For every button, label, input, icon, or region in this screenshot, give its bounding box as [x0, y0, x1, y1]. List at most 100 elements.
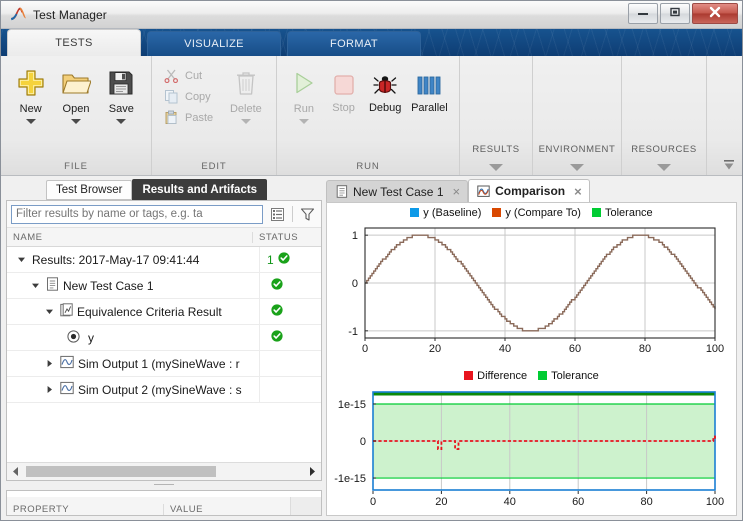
delete-button-label: Delete	[230, 103, 262, 115]
scroll-left-icon[interactable]	[9, 465, 22, 478]
properties-header-spacer	[290, 497, 321, 515]
svg-text:1e-15: 1e-15	[338, 399, 366, 411]
table-row[interactable]: Equivalence Criteria Result	[7, 299, 321, 325]
main-content-area: Test Browser Results and Artifacts	[1, 176, 742, 520]
ribbon-tab-tests-label: TESTS	[55, 37, 92, 49]
twisty-collapsed-icon[interactable]	[43, 359, 56, 368]
environment-dropdown-group[interactable]: ENVIRONMENT	[533, 56, 622, 175]
test-case-icon	[335, 185, 348, 198]
results-tree-panel: NAME STATUS Results: 2017-May-17 09:41:4…	[6, 200, 322, 481]
open-dropdown-caret[interactable]	[71, 119, 81, 124]
debug-button-label: Debug	[369, 102, 401, 114]
run-button[interactable]: Run	[284, 62, 324, 124]
twisty-collapsed-icon[interactable]	[43, 385, 56, 394]
doc-tab-comparison[interactable]: Comparison ×	[468, 179, 590, 202]
plot-icon	[60, 355, 74, 372]
svg-text:20: 20	[429, 343, 441, 355]
resources-dropdown-group[interactable]: RESOURCES	[622, 56, 707, 175]
legend-item-compare-to: y (Compare To)	[492, 207, 581, 219]
maximize-button[interactable]	[660, 3, 690, 24]
svg-text:0: 0	[352, 278, 358, 290]
properties-column-headers: PROPERTY VALUE	[7, 497, 321, 515]
chart2-svg: 020406080100-1e-1501e-15	[327, 383, 727, 513]
scroll-right-icon[interactable]	[306, 465, 319, 478]
paste-icon	[163, 109, 180, 126]
doc-tab-new-test-case-1[interactable]: New Test Case 1 ×	[326, 180, 468, 202]
test-manager-window: Test Manager	[0, 0, 743, 521]
parallel-bars-icon	[415, 68, 443, 98]
filter-funnel-icon[interactable]	[298, 205, 317, 224]
scrollbar-track[interactable]	[22, 465, 306, 478]
new-dropdown-caret[interactable]	[26, 119, 36, 124]
left-panel-tab-strip: Test Browser Results and Artifacts	[6, 180, 322, 200]
ribbon-tab-visualize-label: VISUALIZE	[184, 38, 244, 50]
tree-column-headers: NAME STATUS	[7, 228, 321, 247]
save-dropdown-caret[interactable]	[116, 119, 126, 124]
parallel-button[interactable]: Parallel	[407, 62, 452, 114]
signal-radio-icon	[67, 330, 80, 346]
ribbon-group-file: New Open	[1, 56, 152, 175]
environment-dropdown-label: ENVIRONMENT	[539, 144, 616, 155]
pass-icon	[271, 278, 283, 293]
run-dropdown-caret[interactable]	[299, 119, 309, 124]
properties-header-value: VALUE	[163, 504, 290, 515]
tab-results-and-artifacts[interactable]: Results and Artifacts	[132, 179, 267, 200]
table-row[interactable]: Results: 2017-May-17 09:41:44 1	[7, 247, 321, 273]
horizontal-splitter[interactable]	[6, 481, 322, 490]
debug-button[interactable]: Debug	[363, 62, 406, 114]
close-icon[interactable]: ×	[453, 184, 461, 199]
twisty-expanded-icon[interactable]	[43, 307, 56, 316]
save-button[interactable]: Save	[99, 62, 144, 124]
matlab-simulink-icon	[9, 6, 27, 24]
tab-test-browser-label: Test Browser	[56, 184, 122, 196]
stop-button[interactable]: Stop	[324, 62, 364, 114]
table-row[interactable]: Sim Output 2 (mySineWave : s	[7, 377, 321, 403]
legend-label-tolerance: Tolerance	[605, 207, 653, 219]
environment-dropdown-caret[interactable]	[570, 164, 584, 171]
scrollbar-thumb[interactable]	[26, 466, 216, 477]
tree-horizontal-scrollbar[interactable]	[7, 462, 321, 480]
legend-item-tolerance-2: Tolerance	[538, 370, 599, 382]
ribbon-tab-tests[interactable]: TESTS	[7, 29, 141, 56]
new-button[interactable]: New	[8, 62, 53, 124]
minimize-icon	[637, 7, 649, 20]
maximize-icon	[669, 7, 681, 20]
title-bar: Test Manager	[1, 1, 742, 29]
stop-icon	[331, 68, 357, 98]
copy-button[interactable]: Copy	[159, 86, 219, 107]
filter-input[interactable]	[11, 205, 263, 224]
close-icon[interactable]: ×	[574, 184, 582, 199]
copy-button-label: Copy	[185, 91, 211, 103]
table-row[interactable]: New Test Case 1	[7, 273, 321, 299]
save-button-label: Save	[109, 103, 134, 115]
resources-dropdown-caret[interactable]	[657, 164, 671, 171]
legend-label-compare-to: y (Compare To)	[505, 207, 581, 219]
cut-button[interactable]: Cut	[159, 65, 219, 86]
legend-item-baseline: y (Baseline)	[410, 207, 481, 219]
chart2-plot-area[interactable]: 020406080100-1e-1501e-15	[327, 383, 736, 513]
open-button[interactable]: Open	[53, 62, 98, 124]
close-button[interactable]	[692, 3, 738, 24]
play-icon	[291, 66, 317, 100]
paste-button[interactable]: Paste	[159, 107, 219, 128]
collapse-ribbon-icon[interactable]	[722, 158, 736, 172]
tab-test-browser[interactable]: Test Browser	[46, 180, 132, 200]
table-row[interactable]: Sim Output 1 (mySineWave : r	[7, 351, 321, 377]
ribbon-toolbar: New Open	[1, 56, 742, 176]
pass-count: 1	[267, 253, 274, 267]
svg-text:0: 0	[360, 436, 366, 448]
list-view-icon[interactable]	[268, 205, 287, 224]
right-panel: New Test Case 1 × Comparison ×	[326, 180, 737, 516]
table-row[interactable]: y	[7, 325, 321, 351]
legend-swatch-tolerance	[592, 208, 601, 217]
delete-button[interactable]: Delete	[223, 62, 269, 124]
minimize-button[interactable]	[628, 3, 658, 24]
results-dropdown-group[interactable]: RESULTS	[460, 56, 533, 175]
results-dropdown-caret[interactable]	[489, 164, 503, 171]
chart1-plot-area[interactable]: 020406080100-101	[327, 220, 736, 360]
twisty-expanded-icon[interactable]	[29, 281, 42, 290]
twisty-expanded-icon[interactable]	[15, 255, 28, 264]
ribbon-tab-format[interactable]: FORMAT	[287, 31, 421, 56]
ribbon-tab-visualize[interactable]: VISUALIZE	[147, 31, 281, 56]
delete-dropdown-caret[interactable]	[241, 119, 251, 124]
